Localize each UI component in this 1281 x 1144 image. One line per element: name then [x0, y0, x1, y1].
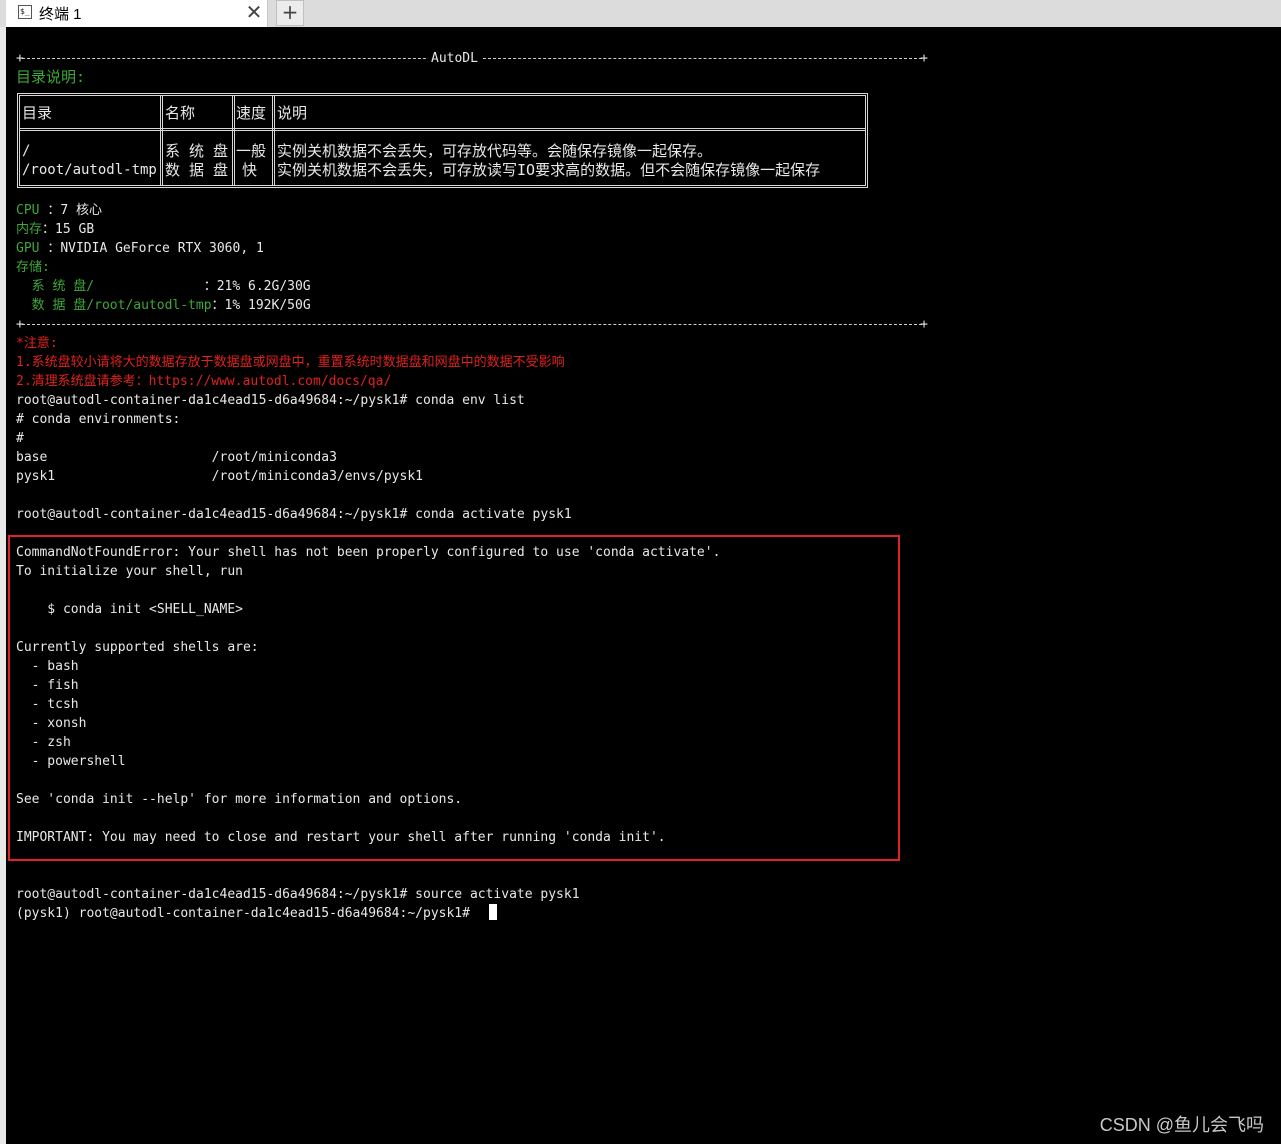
terminal-line: root@autodl-container-da1c4ead15-d6a4968… — [16, 393, 525, 408]
terminal-prompt-line: (pysk1) root@autodl-container-da1c4ead15… — [16, 906, 478, 921]
dir-heading: 目录说明: — [16, 68, 86, 86]
terminal-icon: $_ — [18, 5, 32, 19]
table-row-root-speed: 一般 — [236, 142, 267, 160]
table-row-tmp-speed: 快 — [242, 161, 258, 179]
notice-line-1: 1.系统盘较小请将大的数据存放于数据盘或网盘中，重置系统时数据盘和网盘中的数据不… — [16, 355, 565, 370]
terminal-line: base /root/miniconda3 — [16, 450, 337, 465]
new-tab-button[interactable]: + — [276, 0, 304, 26]
spec-cpu: CPU ：7 核心 — [16, 203, 102, 218]
spec-memory: 内存：15 GB — [16, 222, 95, 237]
terminal-tab[interactable]: $_ 终端 1 ✕ — [6, 0, 268, 27]
tab-title: 终端 1 — [39, 6, 82, 23]
table-row-tmp-dir: /root/autodl-tmp — [22, 162, 157, 178]
banner-bottom-rule: + + — [16, 317, 928, 332]
terminal-line: # — [16, 431, 24, 446]
terminal-line: # conda environments: — [16, 412, 181, 427]
tab-close-button[interactable]: ✕ — [244, 1, 264, 23]
table-header-desc: 说明 — [277, 104, 308, 122]
table-row-root-desc: 实例关机数据不会丢失，可存放代码等。会随保存镜像一起保存。 — [277, 142, 713, 160]
table-row-root-name: 系 统 盘 — [165, 142, 229, 160]
notice-title: *注意: — [16, 336, 58, 351]
storage-system-disk: 系 统 盘/ ：21% 6.2G/30G — [16, 279, 311, 294]
notice-line-2: 2.清理系统盘请参考：https://www.autodl.com/docs/q… — [16, 374, 392, 389]
spec-gpu: GPU ：NVIDIA GeForce RTX 3060, 1 — [16, 241, 264, 256]
terminal-line: pysk1 /root/miniconda3/envs/pysk1 — [16, 469, 423, 484]
banner-top-rule: + AutoDL + — [16, 49, 928, 68]
error-highlight-box — [8, 535, 900, 861]
terminal-line: root@autodl-container-da1c4ead15-d6a4968… — [16, 887, 580, 902]
directory-table: 目录 名称 速度 说明 / 系 统 盘 一般 实例关机数据不会丢失，可存放代码等… — [17, 93, 868, 188]
watermark: CSDN @鱼儿会飞吗 — [1099, 1115, 1264, 1135]
table-row-root-dir: / — [22, 143, 31, 159]
storage-heading: 存储: — [16, 260, 50, 275]
storage-data-disk: 数 据 盘/root/autodl-tmp：1% 192K/50G — [16, 298, 311, 313]
terminal-output[interactable]: + AutoDL + 目录说明: 目录 名称 速度 说明 / 系 统 盘 一般 … — [6, 27, 1281, 1144]
table-header-name: 名称 — [165, 104, 196, 122]
banner-title: AutoDL — [428, 49, 481, 68]
table-row-tmp-desc: 实例关机数据不会丢失，可存放读写IO要求高的数据。但不会随保存镜像一起保存 — [277, 161, 821, 179]
table-header-speed: 速度 — [236, 104, 267, 122]
terminal-line: root@autodl-container-da1c4ead15-d6a4968… — [16, 507, 572, 522]
tab-bar: $_ 终端 1 ✕ + — [0, 0, 1281, 28]
table-header-dir: 目录 — [22, 104, 53, 122]
terminal-cursor — [489, 904, 497, 920]
table-row-tmp-name: 数 据 盘 — [165, 161, 229, 179]
